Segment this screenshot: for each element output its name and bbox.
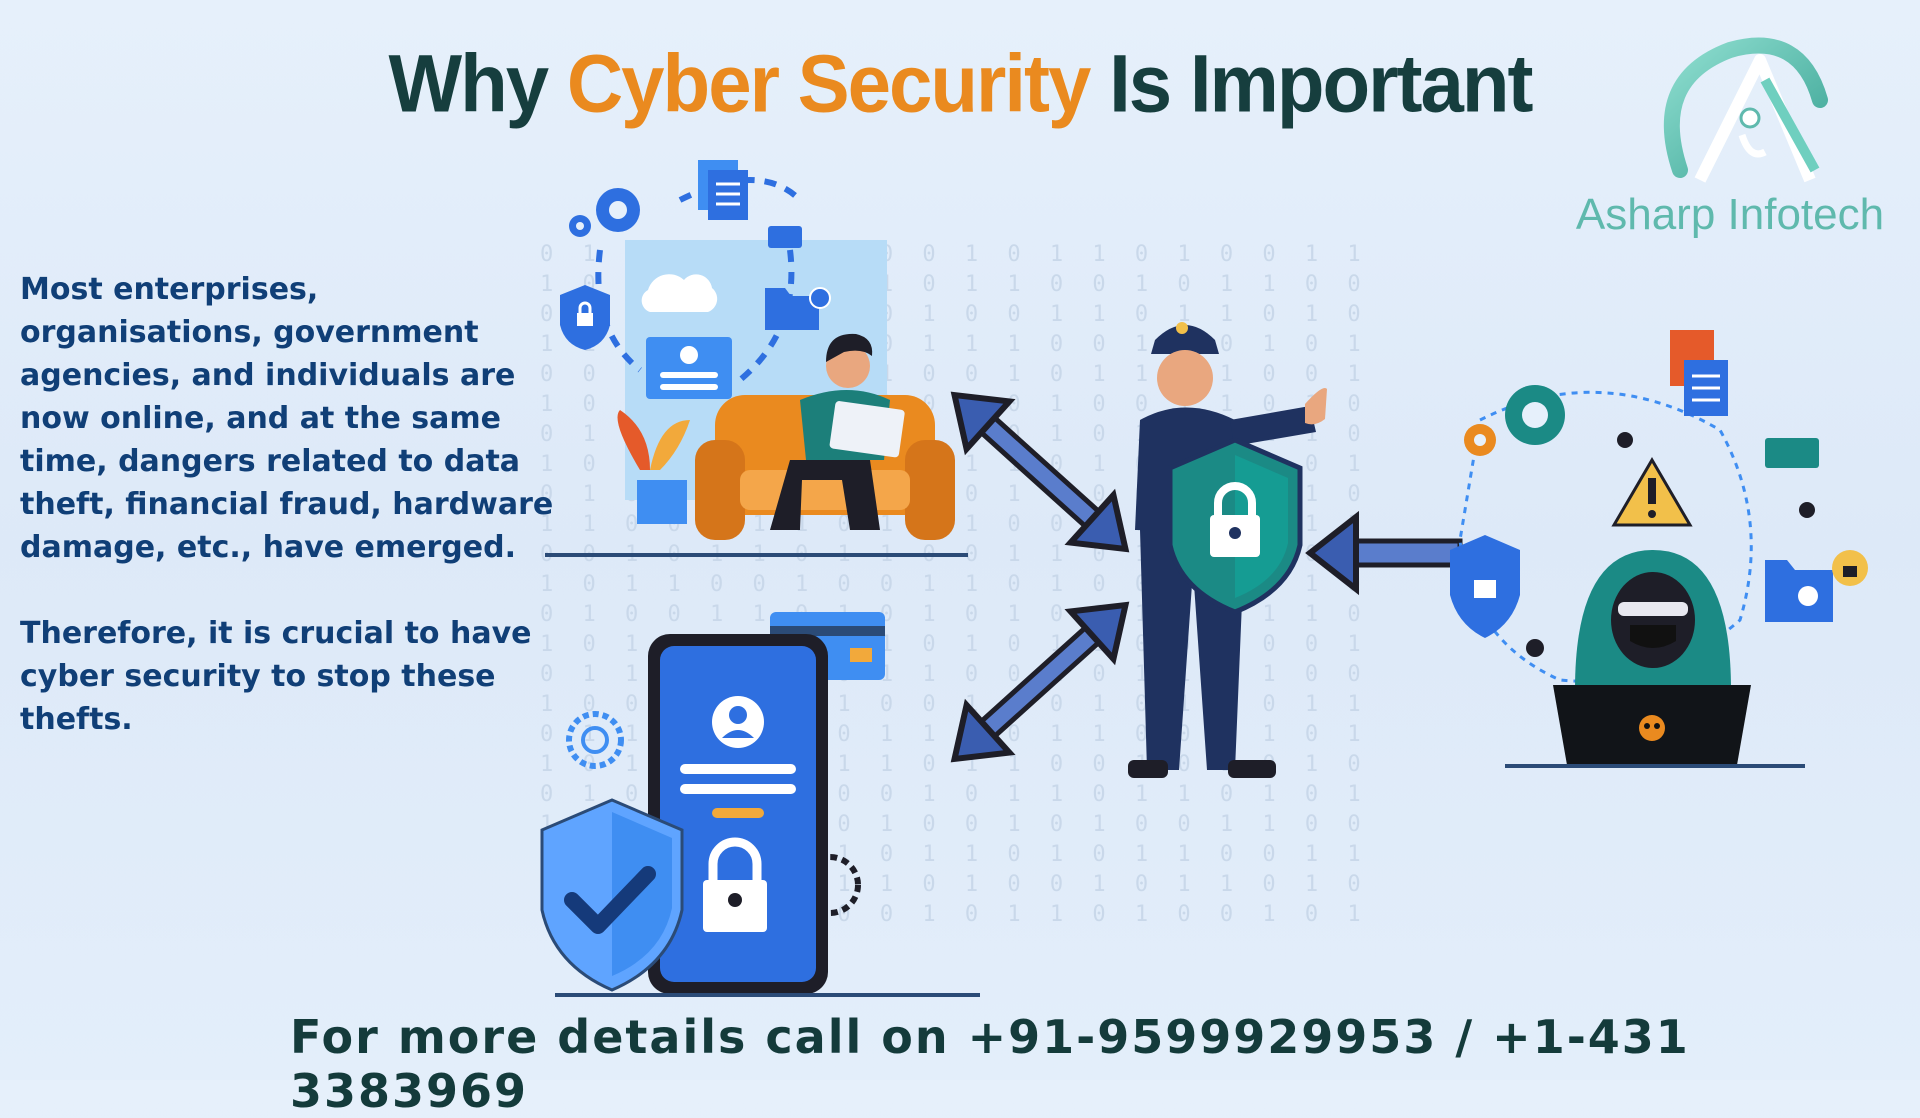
user-profile-icon bbox=[646, 337, 732, 399]
gear-icon bbox=[569, 188, 640, 237]
warning-icon bbox=[1611, 457, 1693, 527]
remote-worker-scene bbox=[545, 160, 968, 557]
shield-lock-icon bbox=[1450, 535, 1520, 638]
credit-card-icon bbox=[768, 226, 802, 248]
document-icon bbox=[1670, 330, 1728, 416]
illustration bbox=[540, 160, 1868, 997]
contact-footer: For more details call on +91-9599929953 … bbox=[290, 1010, 1690, 1118]
phone-security-scene bbox=[540, 612, 980, 997]
folder-lock-icon bbox=[1765, 550, 1868, 622]
phone-icon bbox=[648, 634, 828, 994]
skull-icon bbox=[1639, 715, 1665, 741]
hacker-icon bbox=[1575, 550, 1731, 690]
police-officer-icon bbox=[1128, 322, 1327, 778]
hacker-scene bbox=[1450, 330, 1868, 768]
shield-lock-icon bbox=[560, 285, 610, 350]
credit-card-icon bbox=[1765, 438, 1819, 468]
document-icon bbox=[698, 160, 748, 220]
gear-icon bbox=[1464, 385, 1565, 456]
